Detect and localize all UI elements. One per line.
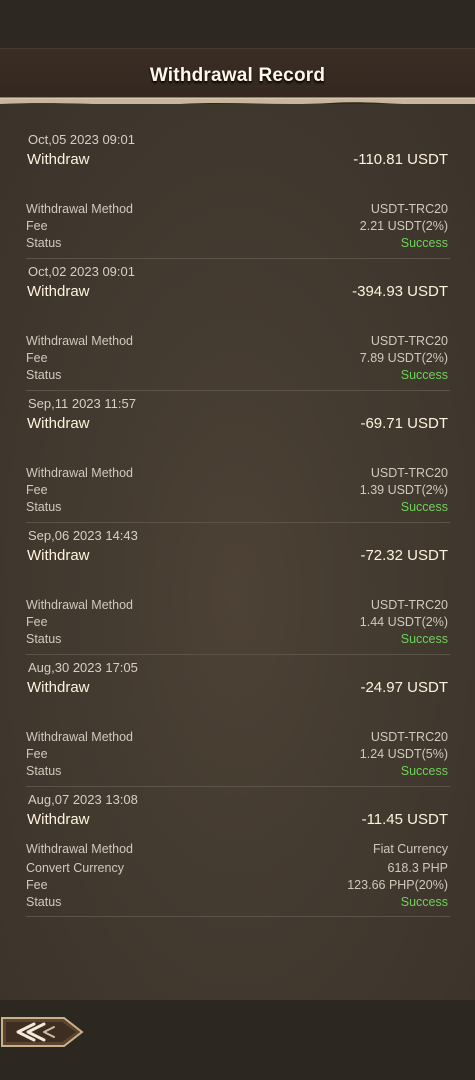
record-date: Oct,02 2023 09:01 <box>28 264 135 279</box>
record-item: Aug,30 2023 17:05 Withdraw -24.97 USDT W… <box>26 660 450 787</box>
record-item: Sep,06 2023 14:43 Withdraw -72.32 USDT W… <box>26 528 450 655</box>
fee-label: Fee <box>26 483 48 497</box>
status-label: Status <box>26 236 62 250</box>
record-item: Aug,07 2023 13:08 Withdraw -11.45 USDT W… <box>26 792 450 917</box>
record-date: Sep,11 2023 11:57 <box>28 396 136 411</box>
method-value: Fiat Currency <box>372 842 448 856</box>
method-label: Withdrawal Method <box>26 842 133 856</box>
record-date: Sep,06 2023 14:43 <box>28 528 138 543</box>
record-type: Withdraw <box>27 151 90 168</box>
records-panel[interactable]: Oct,05 2023 09:01 Withdraw -110.81 USDT … <box>0 104 475 1000</box>
record-amount: -24.97 USDT <box>360 679 448 696</box>
record-item: Oct,05 2023 09:01 Withdraw -110.81 USDT … <box>26 132 450 259</box>
status-label: Status <box>26 895 62 909</box>
method-value: USDT-TRC20 <box>370 202 448 216</box>
double-chevron-left-icon <box>1 1017 84 1047</box>
method-value: USDT-TRC20 <box>370 466 448 480</box>
convert-label: Convert Currency <box>26 861 124 875</box>
record-amount: -69.71 USDT <box>360 415 448 432</box>
record-date: Aug,07 2023 13:08 <box>28 792 138 807</box>
status-value: Success <box>400 895 448 909</box>
fee-value: 1.44 USDT(2%) <box>359 615 448 629</box>
record-amount: -394.93 USDT <box>352 283 448 300</box>
fee-value: 1.24 USDT(5%) <box>359 747 448 761</box>
record-type: Withdraw <box>27 679 90 696</box>
record-amount: -110.81 USDT <box>353 151 448 168</box>
fee-label: Fee <box>26 219 48 233</box>
fee-label: Fee <box>26 878 48 892</box>
record-date: Aug,30 2023 17:05 <box>28 660 138 675</box>
record-item: Sep,11 2023 11:57 Withdraw -69.71 USDT W… <box>26 396 450 523</box>
method-value: USDT-TRC20 <box>370 334 448 348</box>
method-label: Withdrawal Method <box>26 334 133 348</box>
method-value: USDT-TRC20 <box>370 598 448 612</box>
status-value: Success <box>400 500 448 514</box>
status-label: Status <box>26 632 62 646</box>
status-value: Success <box>400 236 448 250</box>
record-type: Withdraw <box>27 547 90 564</box>
record-amount: -72.32 USDT <box>360 547 448 564</box>
fee-value: 1.39 USDT(2%) <box>359 483 448 497</box>
record-type: Withdraw <box>27 283 90 300</box>
top-strip <box>0 0 475 48</box>
method-value: USDT-TRC20 <box>370 730 448 744</box>
method-label: Withdrawal Method <box>26 202 133 216</box>
status-value: Success <box>400 764 448 778</box>
record-type: Withdraw <box>27 811 90 828</box>
fee-label: Fee <box>26 615 48 629</box>
record-item: Oct,02 2023 09:01 Withdraw -394.93 USDT … <box>26 264 450 391</box>
method-label: Withdrawal Method <box>26 598 133 612</box>
fee-label: Fee <box>26 747 48 761</box>
status-label: Status <box>26 368 62 382</box>
convert-value: 618.3 PHP <box>387 861 448 875</box>
status-label: Status <box>26 764 62 778</box>
record-type: Withdraw <box>27 415 90 432</box>
record-amount: -11.45 USDT <box>361 811 448 828</box>
method-label: Withdrawal Method <box>26 730 133 744</box>
fee-value: 7.89 USDT(2%) <box>359 351 448 365</box>
fee-label: Fee <box>26 351 48 365</box>
status-value: Success <box>400 368 448 382</box>
status-label: Status <box>26 500 62 514</box>
method-label: Withdrawal Method <box>26 466 133 480</box>
status-value: Success <box>400 632 448 646</box>
record-date: Oct,05 2023 09:01 <box>28 132 135 147</box>
back-button[interactable] <box>0 1008 86 1056</box>
fee-value: 123.66 PHP(20%) <box>347 878 448 892</box>
page-title: Withdrawal Record <box>149 65 326 86</box>
fee-value: 2.21 USDT(2%) <box>359 219 448 233</box>
